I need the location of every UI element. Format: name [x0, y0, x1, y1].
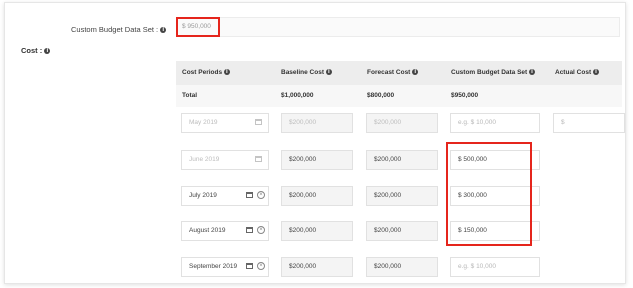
header-text: Actual Cost [555, 69, 592, 76]
period-field-may[interactable]: May 2019 [181, 113, 269, 133]
clear-icon[interactable]: × [257, 226, 265, 234]
cost-label-text: Cost : [21, 46, 43, 55]
baseline-cell: $200,000 [281, 150, 353, 170]
period-field-june[interactable]: June 2019 [181, 150, 269, 170]
total-label: Total [182, 92, 198, 99]
calendar-icon[interactable] [255, 119, 262, 125]
total-baseline: $1,000,000 [281, 92, 314, 99]
info-icon[interactable]: i [44, 48, 51, 55]
period-field-august[interactable]: August 2019 × [181, 221, 269, 241]
period-field-september[interactable]: September 2019 × [181, 257, 269, 277]
total-custom: $950,000 [451, 92, 479, 99]
cost-table-header: Cost Periods i Baseline Cost i Forecast … [176, 61, 622, 85]
header-actual-cost: Actual Cost i [555, 61, 599, 85]
total-forecast: $800,000 [367, 92, 395, 99]
period-text: September 2019 [189, 263, 238, 270]
info-icon[interactable]: i [592, 69, 599, 76]
forecast-cell: $200,000 [366, 113, 438, 133]
custom-budget-label: Custom Budget Data Set : i [71, 25, 167, 34]
total-row: Total $1,000,000 $800,000 $950,000 [176, 85, 622, 107]
header-cost-periods: Cost Periods i [182, 61, 230, 85]
period-text: June 2019 [189, 156, 220, 163]
baseline-cell: $200,000 [281, 186, 353, 206]
header-text: Cost Periods [182, 69, 223, 76]
header-baseline-cost: Baseline Cost i [281, 61, 332, 85]
forecast-cell: $200,000 [366, 186, 438, 206]
forecast-cell: $200,000 [366, 221, 438, 241]
header-text: Baseline Cost [281, 69, 324, 76]
custom-budget-field[interactable] [176, 17, 620, 37]
calendar-icon[interactable] [255, 156, 262, 162]
clear-icon[interactable]: × [257, 262, 265, 270]
info-icon[interactable]: i [412, 69, 419, 76]
custom-budget-input[interactable]: e.g. $ 10,000 [450, 257, 540, 277]
highlight-annotation [446, 142, 532, 246]
custom-budget-input[interactable]: e.g. $ 10,000 [450, 113, 540, 133]
period-text: August 2019 [189, 227, 226, 234]
period-text: July 2019 [189, 192, 217, 199]
cost-section-label: Cost : i [21, 46, 51, 55]
baseline-cell: $200,000 [281, 221, 353, 241]
info-icon[interactable]: i [223, 69, 230, 76]
calendar-icon[interactable] [246, 263, 253, 269]
info-icon[interactable]: i [529, 69, 536, 76]
forecast-cell: $200,000 [366, 150, 438, 170]
baseline-cell: $200,000 [281, 113, 353, 133]
calendar-icon[interactable] [246, 227, 253, 233]
header-text: Custom Budget Data Set [451, 69, 528, 76]
header-custom-budget: Custom Budget Data Set i [451, 61, 536, 85]
custom-budget-label-text: Custom Budget Data Set : [71, 25, 159, 34]
baseline-cell: $200,000 [281, 257, 353, 277]
header-forecast-cost: Forecast Cost i [367, 61, 419, 85]
info-icon[interactable]: i [325, 69, 332, 76]
budget-panel: Custom Budget Data Set : i $ 950,000 Cos… [4, 2, 626, 284]
period-text: May 2019 [189, 119, 218, 126]
calendar-icon[interactable] [246, 192, 253, 198]
actual-cost-input[interactable]: $ [553, 113, 625, 133]
custom-budget-value-highlighted: $ 950,000 [176, 17, 220, 37]
period-field-july[interactable]: July 2019 × [181, 186, 269, 206]
header-text: Forecast Cost [367, 69, 411, 76]
info-icon[interactable]: i [160, 27, 167, 34]
clear-icon[interactable]: × [257, 191, 265, 199]
forecast-cell: $200,000 [366, 257, 438, 277]
